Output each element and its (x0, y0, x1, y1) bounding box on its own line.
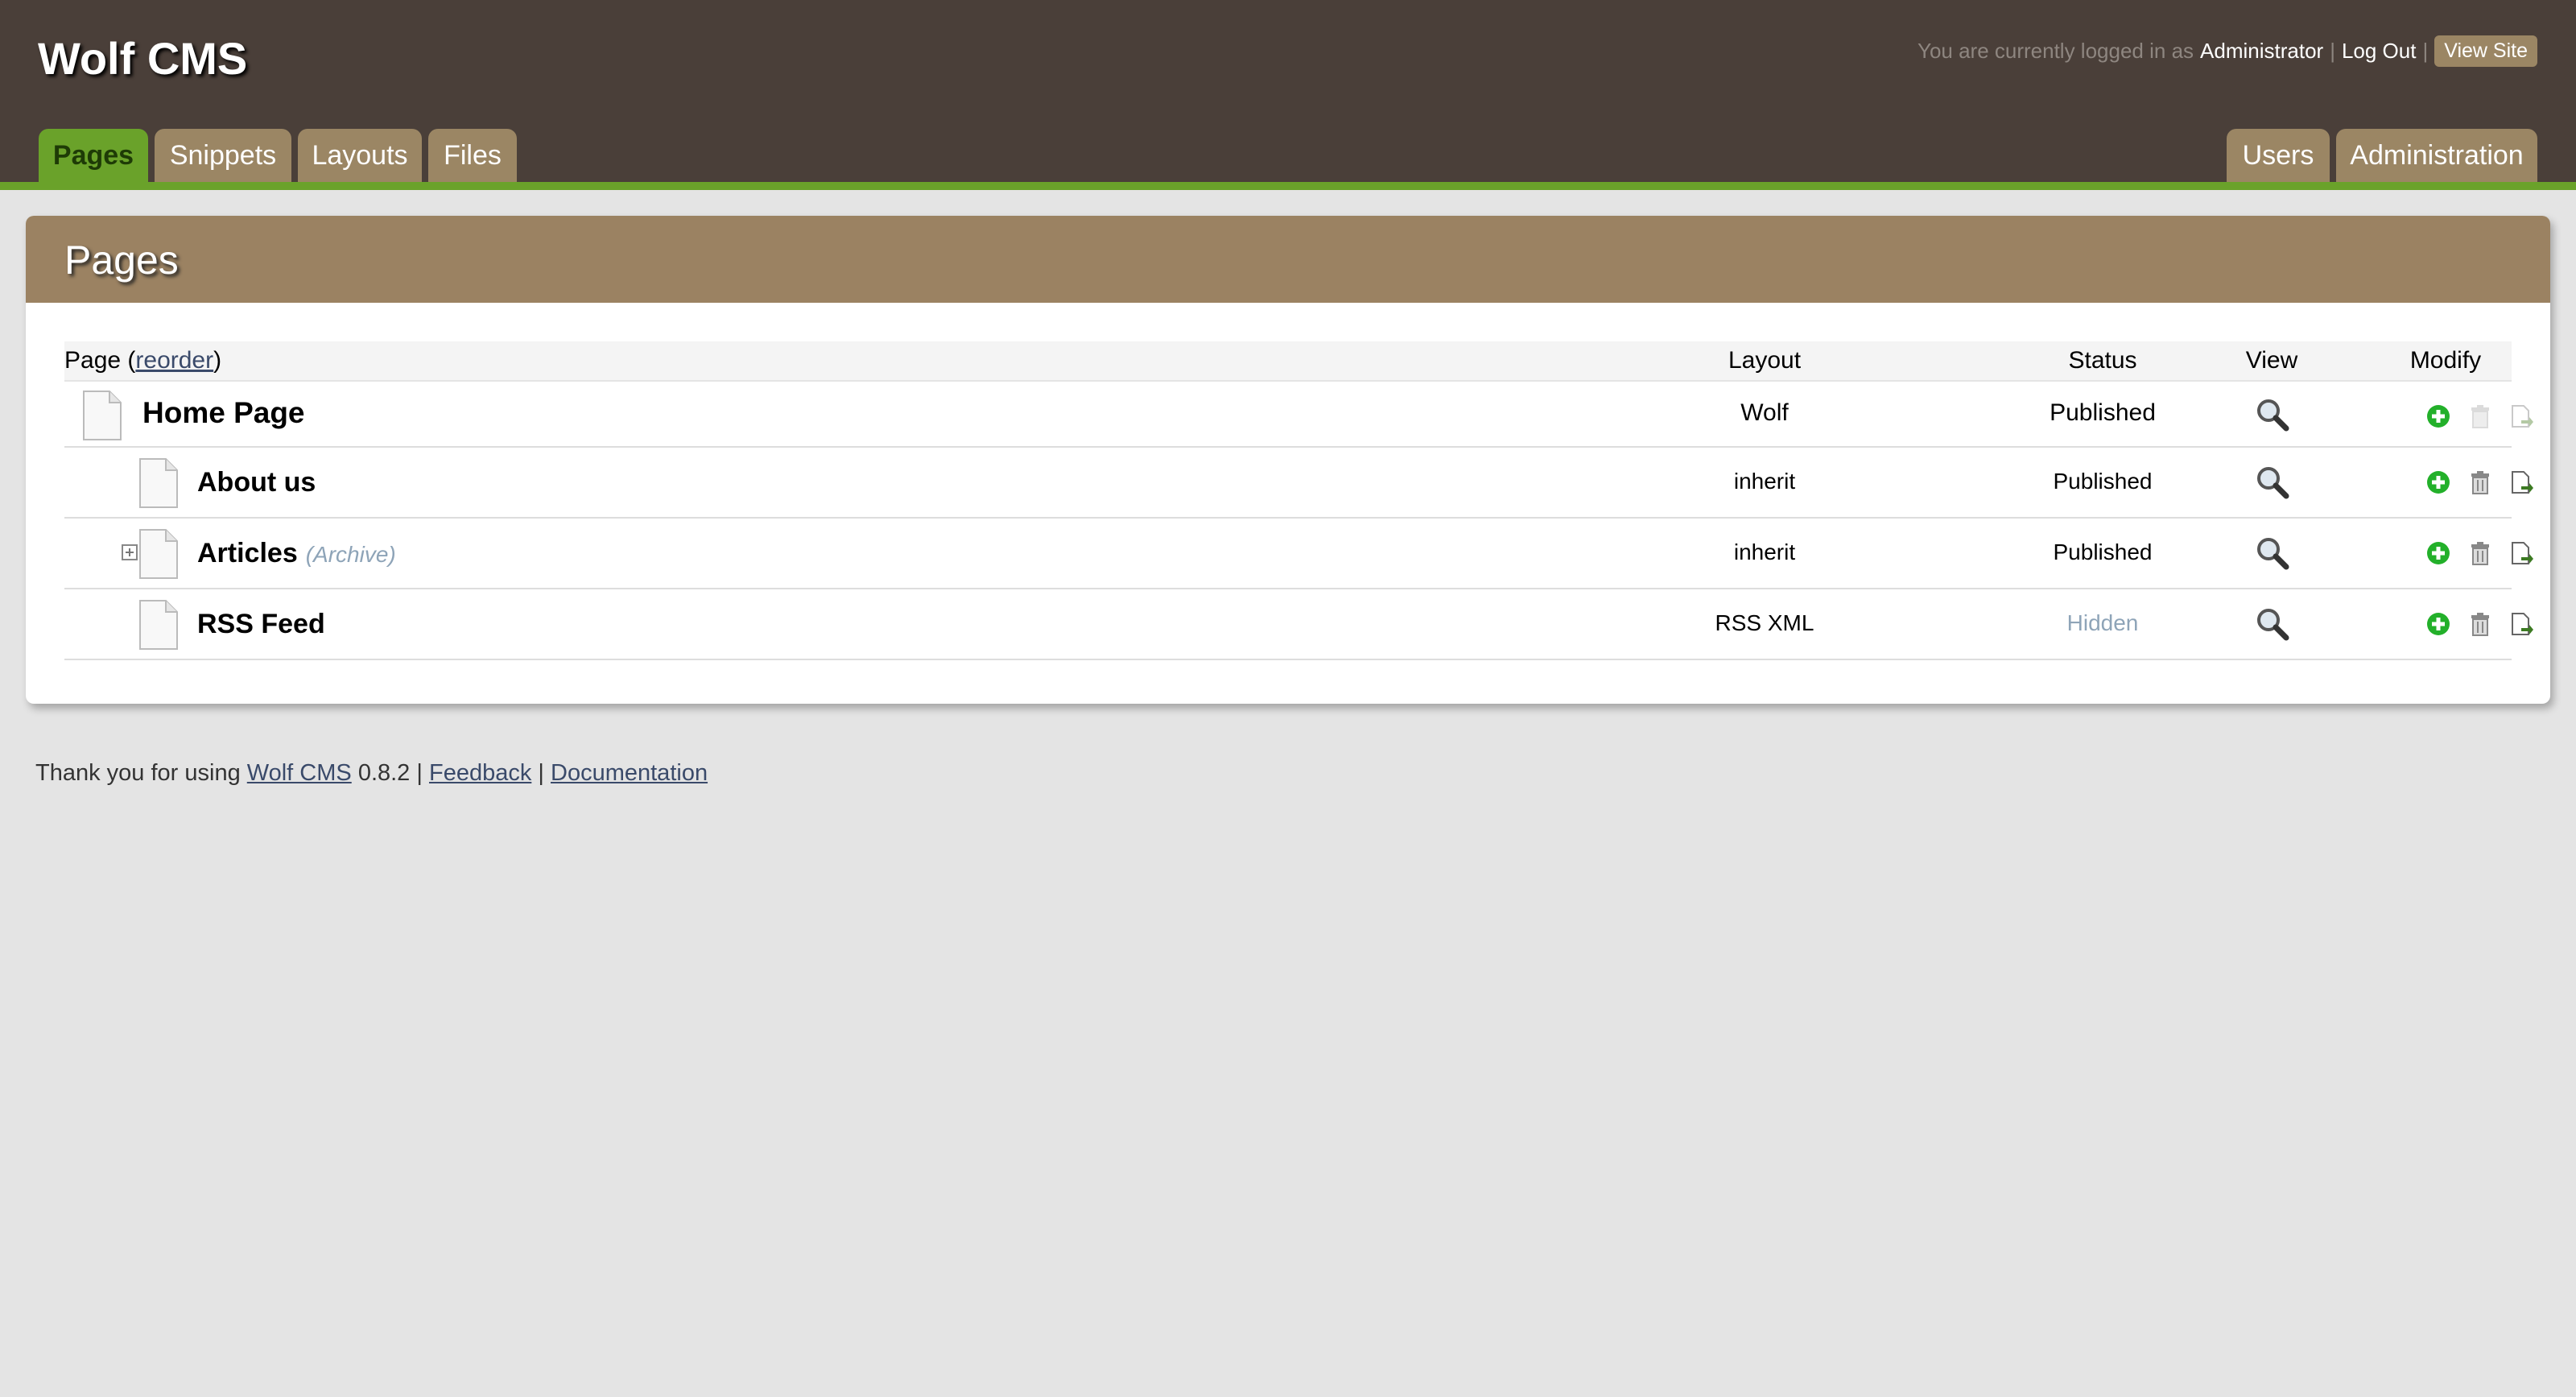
logout-link[interactable]: Log Out (2342, 39, 2417, 64)
column-layout: Layout (1728, 347, 1802, 374)
page-name: About us (197, 467, 316, 498)
version-text: 0.8.2 (357, 760, 411, 786)
trash-icon[interactable] (2470, 612, 2491, 636)
page-title-link[interactable]: Articles (Archive) (197, 538, 396, 569)
tab-pages[interactable]: Pages (39, 129, 148, 182)
user-name-link[interactable]: Administrator (2200, 39, 2323, 64)
tab-files[interactable]: Files (428, 129, 517, 182)
magnifier-icon[interactable] (2256, 465, 2289, 499)
feedback-link[interactable]: Feedback (429, 760, 531, 786)
reorder-link[interactable]: reorder (135, 347, 213, 374)
wolf-cms-link[interactable]: Wolf CMS (247, 760, 352, 786)
footer-text: Thank you for using (35, 760, 241, 786)
table-row: RSS Feed RSS XML Hidden (64, 589, 2533, 660)
magnifier-icon[interactable] (2256, 536, 2289, 570)
column-page-label: Page ( (64, 347, 136, 374)
separator: | (416, 760, 423, 786)
copy-page-icon[interactable] (2510, 470, 2534, 494)
status-value: Hidden (2066, 610, 2139, 635)
table-row: Articles (Archive) inherit Published (64, 519, 2533, 589)
document-icon (139, 529, 178, 579)
tab-users[interactable]: Users (2227, 129, 2330, 182)
column-status: Status (2068, 347, 2137, 374)
separator: | (2422, 39, 2429, 63)
trash-icon[interactable] (2470, 404, 2491, 428)
nav-underline (0, 182, 2576, 190)
login-text: You are currently logged in as (1917, 39, 2194, 63)
layout-value: RSS XML (1715, 610, 1814, 635)
page-name: Home Page (142, 396, 305, 429)
separator: | (2330, 39, 2335, 63)
page-title: Pages (64, 238, 179, 283)
document-icon (139, 600, 178, 650)
separator: | (538, 760, 544, 786)
view-site-button[interactable]: View Site (2434, 35, 2537, 67)
archive-note: (Archive) (305, 542, 396, 567)
document-icon (139, 458, 178, 508)
page-name: Articles (197, 538, 298, 568)
status-value: Published (2053, 469, 2153, 494)
layout-value: inherit (1733, 539, 1796, 564)
table-row: About us inherit Published (64, 448, 2533, 519)
add-child-icon[interactable] (2426, 541, 2450, 565)
header-bar: Wolf CMS You are currently logged in as … (0, 0, 2576, 182)
panel-header: Pages (26, 216, 2550, 303)
column-modify: Modify (2409, 347, 2482, 374)
page-title-link[interactable]: RSS Feed (197, 609, 325, 640)
trash-icon[interactable] (2470, 541, 2491, 565)
login-area: You are currently logged in as Administr… (1918, 35, 2537, 67)
add-child-icon[interactable] (2426, 404, 2450, 428)
expand-plus-icon[interactable] (122, 544, 138, 560)
column-view: View (2245, 347, 2298, 374)
layout-value: Wolf (1740, 399, 1789, 426)
page-title-link[interactable]: Home Page (142, 396, 305, 430)
table-row: Home Page Wolf Published (64, 382, 2533, 448)
trash-icon[interactable] (2470, 470, 2491, 494)
document-icon (83, 391, 122, 440)
copy-page-icon[interactable] (2510, 404, 2534, 428)
page-title-link[interactable]: About us (197, 467, 316, 498)
content-panel: Pages Page (reorder) Layout Status View … (26, 216, 2550, 704)
add-child-icon[interactable] (2426, 470, 2450, 494)
page-name: RSS Feed (197, 609, 325, 639)
tab-administration[interactable]: Administration (2336, 129, 2537, 182)
column-page: Page (reorder) (64, 341, 221, 380)
site-title: Wolf CMS (38, 33, 248, 84)
status-value: Published (2050, 399, 2156, 426)
tab-snippets[interactable]: Snippets (155, 129, 291, 182)
magnifier-icon[interactable] (2256, 398, 2289, 432)
column-page-suffix: ) (213, 347, 222, 374)
copy-page-icon[interactable] (2510, 541, 2534, 565)
tab-layouts[interactable]: Layouts (298, 129, 422, 182)
copy-page-icon[interactable] (2510, 612, 2534, 636)
status-value: Published (2053, 539, 2153, 564)
layout-value: inherit (1733, 469, 1796, 494)
footer: Thank you for using Wolf CMS 0.8.2 | Fee… (35, 760, 708, 787)
magnifier-icon[interactable] (2256, 607, 2289, 641)
add-child-icon[interactable] (2426, 612, 2450, 636)
table-header: Page (reorder) Layout Status View Modify (64, 341, 2512, 382)
documentation-link[interactable]: Documentation (551, 760, 708, 786)
